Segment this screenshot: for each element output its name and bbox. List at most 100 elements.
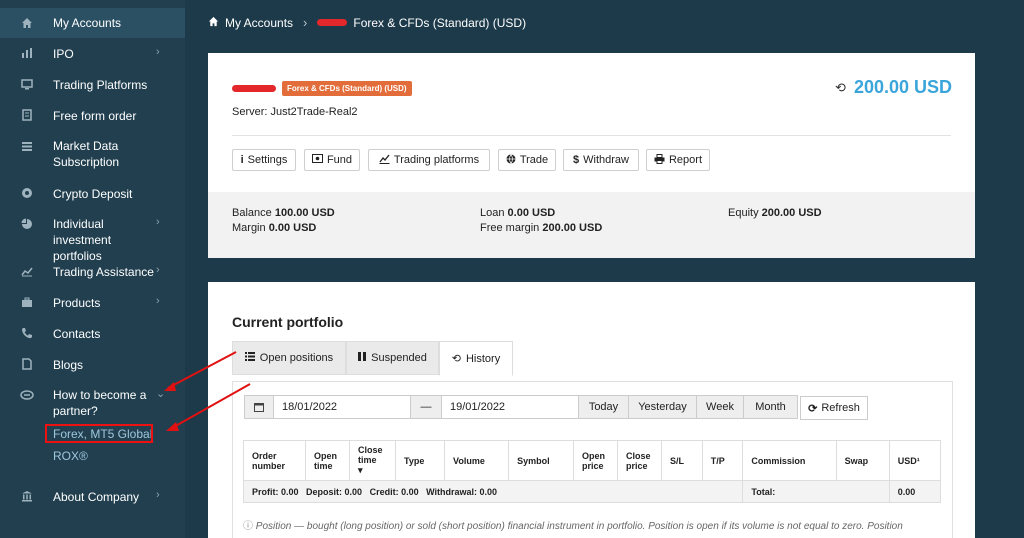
balance-value: 200.00 USD <box>853 77 952 97</box>
home-icon[interactable] <box>208 16 219 30</box>
breadcrumb-separator: › <box>303 15 308 30</box>
sidebar-item-label: Blogs <box>53 358 84 372</box>
col-open-time[interactable]: Open time <box>305 440 350 481</box>
summary-withdrawal: Withdrawal: 0.00 <box>426 486 498 497</box>
portfolio-title: Current portfolio <box>232 314 344 330</box>
sidebar-item-label: Crypto Deposit <box>53 187 133 201</box>
tab-history[interactable]: ⟲ History <box>439 341 513 376</box>
range-week-button[interactable]: Week <box>696 395 744 419</box>
settings-button[interactable]: i Settings <box>232 149 296 171</box>
refresh-icon[interactable]: ⟲ <box>835 80 846 96</box>
range-yesterday-button[interactable]: Yesterday <box>628 395 697 419</box>
sidebar-item-crypto-deposit[interactable]: Crypto Deposit <box>0 184 185 204</box>
refresh-icon: ⟳ <box>808 402 818 415</box>
col-label: Close time <box>358 445 383 465</box>
report-button[interactable]: Report <box>646 149 710 171</box>
bank-icon <box>20 489 34 503</box>
sidebar-item-blogs[interactable]: Blogs <box>0 355 185 375</box>
stat-equity: Equity 200.00 USD <box>728 207 822 219</box>
stat-balance: Balance 100.00 USD <box>232 207 335 219</box>
col-commission[interactable]: Commission <box>742 440 837 481</box>
date-range-separator: — <box>410 395 442 419</box>
sidebar-item-label: Free form order <box>53 109 137 123</box>
button-label: Refresh <box>821 402 860 414</box>
handshake-icon <box>20 388 34 402</box>
chevron-right-icon: › <box>156 46 160 58</box>
col-swap[interactable]: Swap <box>835 440 890 481</box>
account-type-badge: Forex & CFDs (Standard) (USD) <box>282 81 412 96</box>
chevron-right-icon: › <box>156 216 160 228</box>
file-icon <box>20 357 34 371</box>
chevron-right-icon: › <box>156 489 160 501</box>
refresh-button[interactable]: ⟳ Refresh <box>800 396 868 420</box>
sidebar-item-about-company[interactable]: About Company › <box>0 487 185 507</box>
col-usd[interactable]: USD¹ <box>888 440 942 481</box>
sidebar-item-my-accounts[interactable]: My Accounts <box>0 8 185 38</box>
sidebar-item-label: Trading Platforms <box>53 78 148 92</box>
chevron-right-icon: › <box>156 295 160 307</box>
withdraw-button[interactable]: $ Withdraw <box>563 149 639 171</box>
trading-platforms-button[interactable]: Trading platforms <box>368 149 490 171</box>
sidebar-item-ipo[interactable]: IPO › <box>0 44 185 64</box>
range-today-button[interactable]: Today <box>578 395 629 419</box>
stat-label: Loan <box>480 207 505 219</box>
calendar-icon[interactable] <box>244 395 274 419</box>
sidebar-item-label: About Company <box>53 490 140 504</box>
col-type[interactable]: Type <box>395 440 445 481</box>
sidebar-item-label: How to become a partner? <box>53 388 147 418</box>
dollar-icon: $ <box>573 154 580 166</box>
breadcrumb: My Accounts › Forex & CFDs (Standard) (U… <box>208 15 526 30</box>
stat-value: 200.00 USD <box>542 222 603 234</box>
globe-icon <box>506 153 516 167</box>
sidebar-item-label: Individual investment portfolios <box>53 217 112 263</box>
pie-chart-icon <box>20 217 34 231</box>
position-note: ⓘ Position — bought (long position) or s… <box>243 517 903 532</box>
account-balance: ⟲ 200.00 USD <box>835 77 952 98</box>
sidebar-item-investment-portfolios[interactable]: Individual investment portfolios › <box>0 215 185 263</box>
col-close-price[interactable]: Close price <box>617 440 663 481</box>
trade-button[interactable]: Trade <box>498 149 556 171</box>
tab-open-positions[interactable]: Open positions <box>232 341 346 375</box>
sidebar-item-contacts[interactable]: Contacts <box>0 324 185 344</box>
col-sl[interactable]: S/L <box>661 440 703 481</box>
date-from-input[interactable]: 18/01/2022 <box>273 395 411 419</box>
stat-value: 200.00 USD <box>761 207 822 219</box>
sidebar-item-market-data[interactable]: Market Data Subscription <box>0 137 185 171</box>
date-to-input[interactable]: 19/01/2022 <box>441 395 579 419</box>
account-card: Forex & CFDs (Standard) (USD) Server: Ju… <box>208 53 975 258</box>
list-icon <box>20 139 34 153</box>
sidebar-subitem-rox[interactable]: ROX® <box>53 449 88 463</box>
table-header-row: Order number Open time Close time ▾ Type … <box>243 440 942 481</box>
stat-loan: Loan 0.00 USD <box>480 207 555 219</box>
col-symbol[interactable]: Symbol <box>508 440 575 481</box>
redaction-mark <box>232 85 276 92</box>
col-open-price[interactable]: Open price <box>573 440 619 481</box>
fund-button[interactable]: Fund <box>304 149 360 171</box>
button-label: Fund <box>326 154 353 166</box>
sidebar-item-trading-assistance[interactable]: Trading Assistance › <box>0 262 185 282</box>
line-chart-icon <box>379 154 390 167</box>
sidebar-item-become-partner[interactable]: How to become a partner? ⌄ <box>0 386 185 420</box>
sidebar-item-free-form-order[interactable]: Free form order <box>0 106 185 126</box>
monitor-icon <box>20 77 34 91</box>
stat-label: Margin <box>232 222 266 234</box>
sidebar-item-label: Market Data Subscription <box>53 139 120 169</box>
stat-margin: Margin 0.00 USD <box>232 222 316 234</box>
col-close-time[interactable]: Close time ▾ <box>349 440 396 481</box>
sort-desc-icon: ▾ <box>358 465 363 475</box>
sidebar-item-products[interactable]: Products › <box>0 293 185 313</box>
summary-credit: Credit: 0.00 <box>369 486 419 497</box>
col-order-number[interactable]: Order number <box>243 440 306 481</box>
sidebar-item-label: Contacts <box>53 327 101 341</box>
range-month-button[interactable]: Month <box>743 395 798 419</box>
breadcrumb-my-accounts[interactable]: My Accounts <box>225 16 293 30</box>
tab-suspended[interactable]: Suspended <box>346 341 439 375</box>
printer-icon <box>654 153 665 167</box>
chevron-down-icon: ⌄ <box>156 388 166 400</box>
breadcrumb-current: Forex & CFDs (Standard) (USD) <box>353 15 527 30</box>
col-volume[interactable]: Volume <box>443 440 510 481</box>
sidebar-item-trading-platforms[interactable]: Trading Platforms <box>0 75 185 95</box>
chevron-right-icon: › <box>156 264 160 276</box>
account-stats: Balance 100.00 USD Margin 0.00 USD Loan … <box>208 192 975 258</box>
col-tp[interactable]: T/P <box>701 440 744 481</box>
